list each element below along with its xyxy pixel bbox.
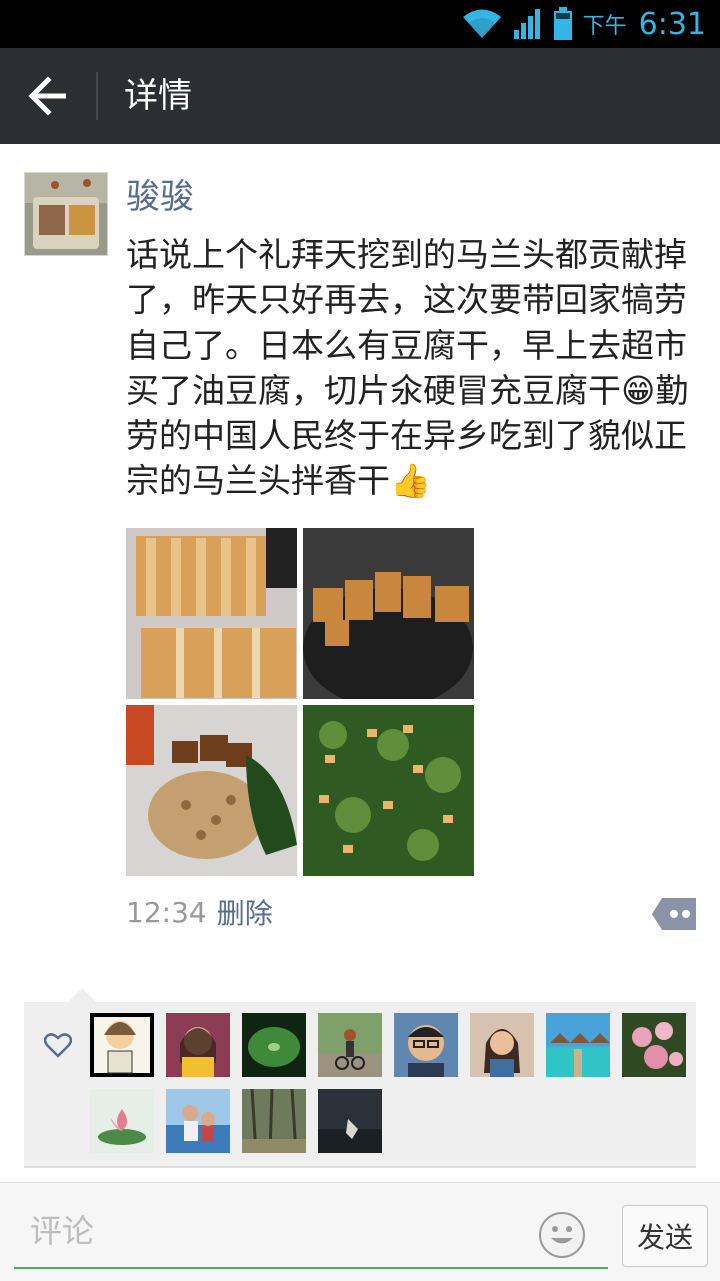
comment-bar: 发送	[0, 1182, 720, 1281]
comment-input[interactable]	[28, 1205, 532, 1257]
photo-fried-tofu-pan[interactable]	[303, 528, 474, 699]
post-username[interactable]: 骏骏	[126, 174, 194, 220]
avatar-beach-resort[interactable]	[546, 1013, 610, 1077]
post-text: 话说上个礼拜天挖到的马兰头都贡献掉了，昨天只好再去，这次要带回家犒劳自己了。日本…	[126, 235, 689, 501]
likes-pointer	[68, 988, 96, 1002]
avatar-pink-roses[interactable]	[622, 1013, 686, 1077]
page-title: 详情	[124, 76, 192, 116]
avatar-cartoon[interactable]	[90, 1013, 154, 1077]
photo-chopped-tofu-greens[interactable]	[126, 705, 297, 876]
status-bar: 下午 6:31	[0, 0, 720, 48]
status-time: 6:31	[638, 6, 706, 42]
heart-icon	[44, 1033, 72, 1058]
back-arrow-icon[interactable]	[28, 74, 72, 118]
delete-link[interactable]: 删除	[217, 892, 273, 932]
photo-sliced-tofu[interactable]	[126, 528, 297, 699]
status-ampm: 下午	[582, 14, 627, 39]
user-avatar[interactable]	[24, 172, 108, 256]
title-divider	[96, 72, 98, 120]
comment-more-icon[interactable]	[652, 898, 696, 930]
likes-divider	[24, 1166, 696, 1168]
avatar-lotus-leaf[interactable]	[242, 1013, 306, 1077]
avatar-lotus-flower[interactable]	[90, 1089, 154, 1153]
avatar-woman-portrait[interactable]	[470, 1013, 534, 1077]
likes-panel	[24, 988, 696, 1166]
battery-icon	[553, 7, 572, 40]
avatar-cyclist[interactable]	[318, 1013, 382, 1077]
post-time: 12:34	[126, 895, 207, 929]
title-bar: 详情	[0, 48, 720, 144]
photo-malantou-salad[interactable]	[303, 705, 474, 876]
send-button[interactable]: 发送	[622, 1205, 708, 1267]
signal-icon	[513, 9, 540, 39]
emoji-icon[interactable]	[538, 1211, 586, 1259]
avatar-man-glasses[interactable]	[394, 1013, 458, 1077]
avatar-forest-path[interactable]	[242, 1089, 306, 1153]
avatar-dark-sky[interactable]	[318, 1089, 382, 1153]
comment-field[interactable]	[14, 1197, 608, 1269]
post-meta: 12:34 删除	[126, 892, 273, 932]
avatar-woman-smiling[interactable]	[166, 1013, 230, 1077]
photo-grid	[126, 528, 476, 876]
avatar-child-beach[interactable]	[166, 1089, 230, 1153]
wifi-icon	[462, 9, 501, 38]
